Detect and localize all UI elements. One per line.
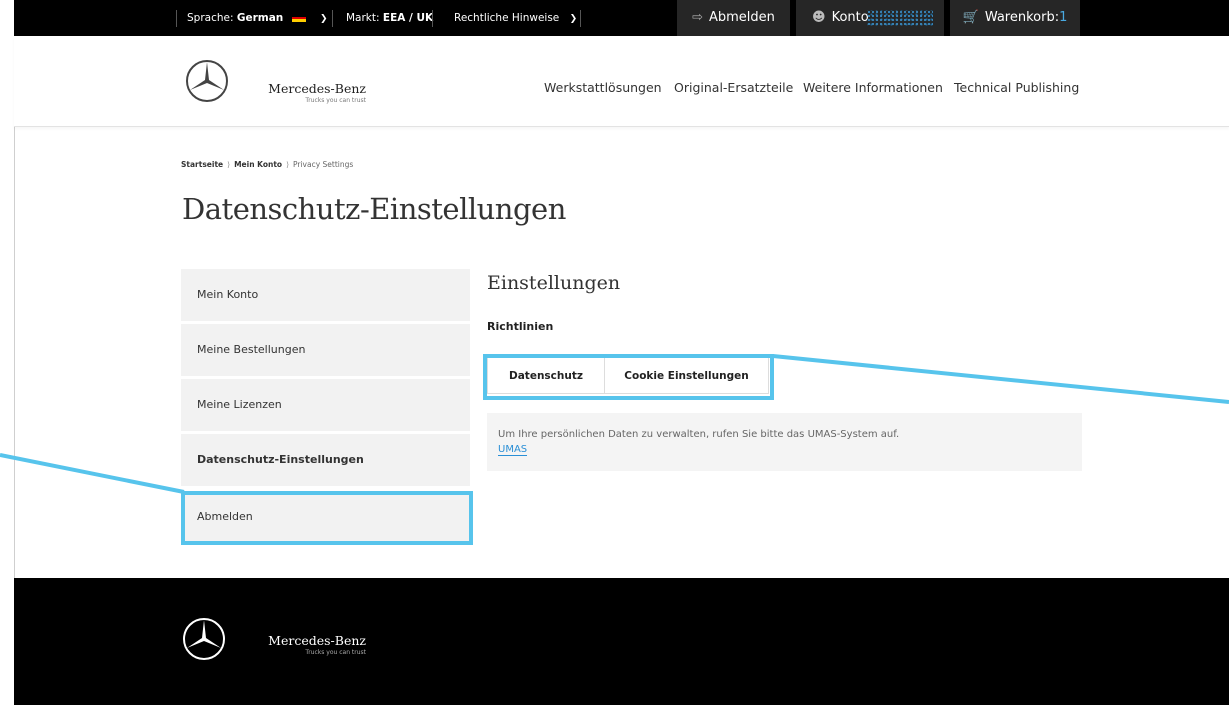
highlight-box-tabs (483, 354, 774, 400)
callout-line-left (0, 453, 185, 494)
callout-line-right (772, 354, 1229, 404)
highlight-box-abmelden (181, 491, 473, 545)
annotation-callout-lines (0, 354, 1229, 494)
